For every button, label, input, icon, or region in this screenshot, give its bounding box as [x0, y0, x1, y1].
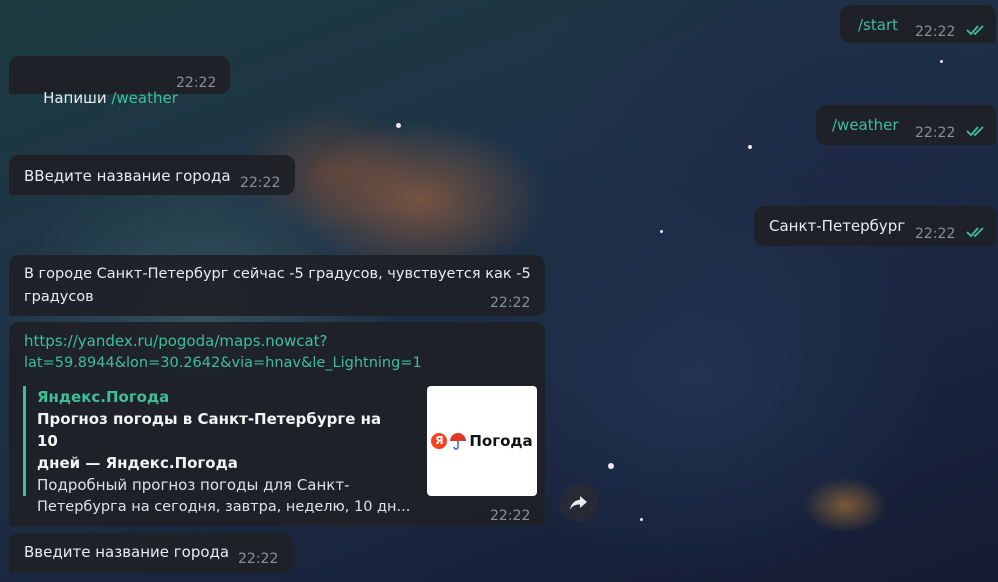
- message-time: 22:22: [238, 551, 279, 567]
- double-check-icon: [966, 126, 984, 137]
- message-text: Введите название города: [24, 543, 230, 561]
- star: [748, 145, 752, 149]
- command-link[interactable]: /weather: [111, 89, 178, 107]
- message-text: Напиши: [43, 89, 112, 107]
- message-time: 22:22: [915, 226, 956, 242]
- message-text: Санкт-Петербург: [769, 217, 906, 235]
- double-check-icon: [966, 227, 984, 238]
- url-line[interactable]: lat=59.8944&lon=30.2642&via=hnav&le_Ligh…: [24, 352, 422, 374]
- message-text[interactable]: /weather: [832, 114, 899, 136]
- message-time: 22:22: [240, 175, 281, 191]
- star: [608, 463, 614, 469]
- preview-description-line: Подробный прогноз погоды для Санкт-: [37, 476, 350, 494]
- message-outgoing[interactable]: Санкт-Петербург 22:22: [754, 206, 996, 246]
- umbrella-icon: [450, 433, 467, 450]
- star: [640, 518, 643, 521]
- preview-title-line: дней — Яндекс.Погода: [37, 454, 238, 472]
- preview-thumbnail[interactable]: Я Погода: [427, 386, 537, 496]
- star: [940, 60, 943, 63]
- share-arrow-icon: [570, 496, 587, 510]
- link-preview[interactable]: Яндекс.Погода Прогноз погоды в Санкт-Пет…: [23, 386, 537, 515]
- preview-title-line: Прогноз погоды в Санкт-Петербурге на 10: [37, 410, 382, 450]
- message-time: 22:22: [490, 295, 531, 311]
- message-outgoing[interactable]: /start 22:22: [840, 5, 996, 43]
- yandex-logo-icon: Я: [431, 433, 448, 449]
- message-incoming: В городе Санкт-Петербург сейчас -5 граду…: [9, 255, 545, 316]
- message-time: 22:22: [176, 75, 217, 91]
- message-text[interactable]: /start: [858, 14, 898, 36]
- message-incoming-link: https://yandex.ru/pogoda/maps.nowcat? la…: [9, 322, 545, 526]
- message-time: 22:22: [490, 508, 531, 524]
- message-time: 22:22: [915, 125, 956, 141]
- message-outgoing[interactable]: /weather 22:22: [816, 105, 996, 145]
- message-incoming: Введите название города 22:22: [9, 533, 293, 573]
- preview-description-line: Петербурга на сегодня, завтра, неделю, 1…: [37, 499, 411, 515]
- message-time: 22:22: [915, 24, 956, 40]
- double-check-icon: [966, 25, 984, 36]
- star: [660, 230, 663, 233]
- star: [396, 123, 401, 128]
- message-incoming: ВВедите название города 22:22: [9, 155, 295, 195]
- share-button[interactable]: [560, 484, 598, 522]
- message-text-line: В городе Санкт-Петербург сейчас -5 граду…: [24, 266, 531, 282]
- url-line[interactable]: https://yandex.ru/pogoda/maps.nowcat?: [24, 330, 328, 352]
- logo-text: Погода: [469, 432, 533, 450]
- message-text: ВВедите название города: [24, 167, 231, 185]
- message-text-line: градусов: [24, 289, 94, 305]
- message-incoming: Напиши /weather 22:22: [9, 56, 230, 107]
